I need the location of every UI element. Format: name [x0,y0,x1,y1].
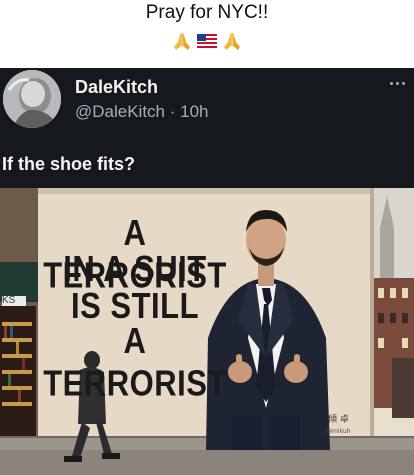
display-name[interactable]: DaleKitch [75,77,158,98]
caption-emoji-row [168,29,246,53]
ellipsis-icon[interactable] [386,78,408,88]
caption-area: Pray for NYC!! [0,0,414,68]
caption-text: Pray for NYC!! [145,2,269,23]
avatar-photo [3,70,61,128]
tweet-text: If the shoe fits? [2,154,136,174]
us-flag-icon [197,34,217,48]
user-handle[interactable]: @DaleKitch [75,102,165,121]
post-time[interactable]: 10h [180,102,208,121]
avatar[interactable] [3,70,61,128]
svg-text:傾 卓: 傾 卓 [328,413,349,425]
folded-hands-icon [174,32,190,50]
poster-line-4: A TERRORIST [43,320,227,404]
shop-sign: KS [2,295,16,306]
folded-hands-icon [224,32,240,50]
handle-time-line: @DaleKitch · 10h [75,102,209,122]
separator-dot: · [169,102,181,121]
svg-text:@mikuh: @mikuh [326,428,351,435]
tweet-card[interactable]: DaleKitch @DaleKitch · 10h If the shoe f… [0,68,414,475]
tweet-image[interactable]: 傾 卓 @mikuh A TERRORIST IN A SUIT IS STIL… [0,188,414,475]
